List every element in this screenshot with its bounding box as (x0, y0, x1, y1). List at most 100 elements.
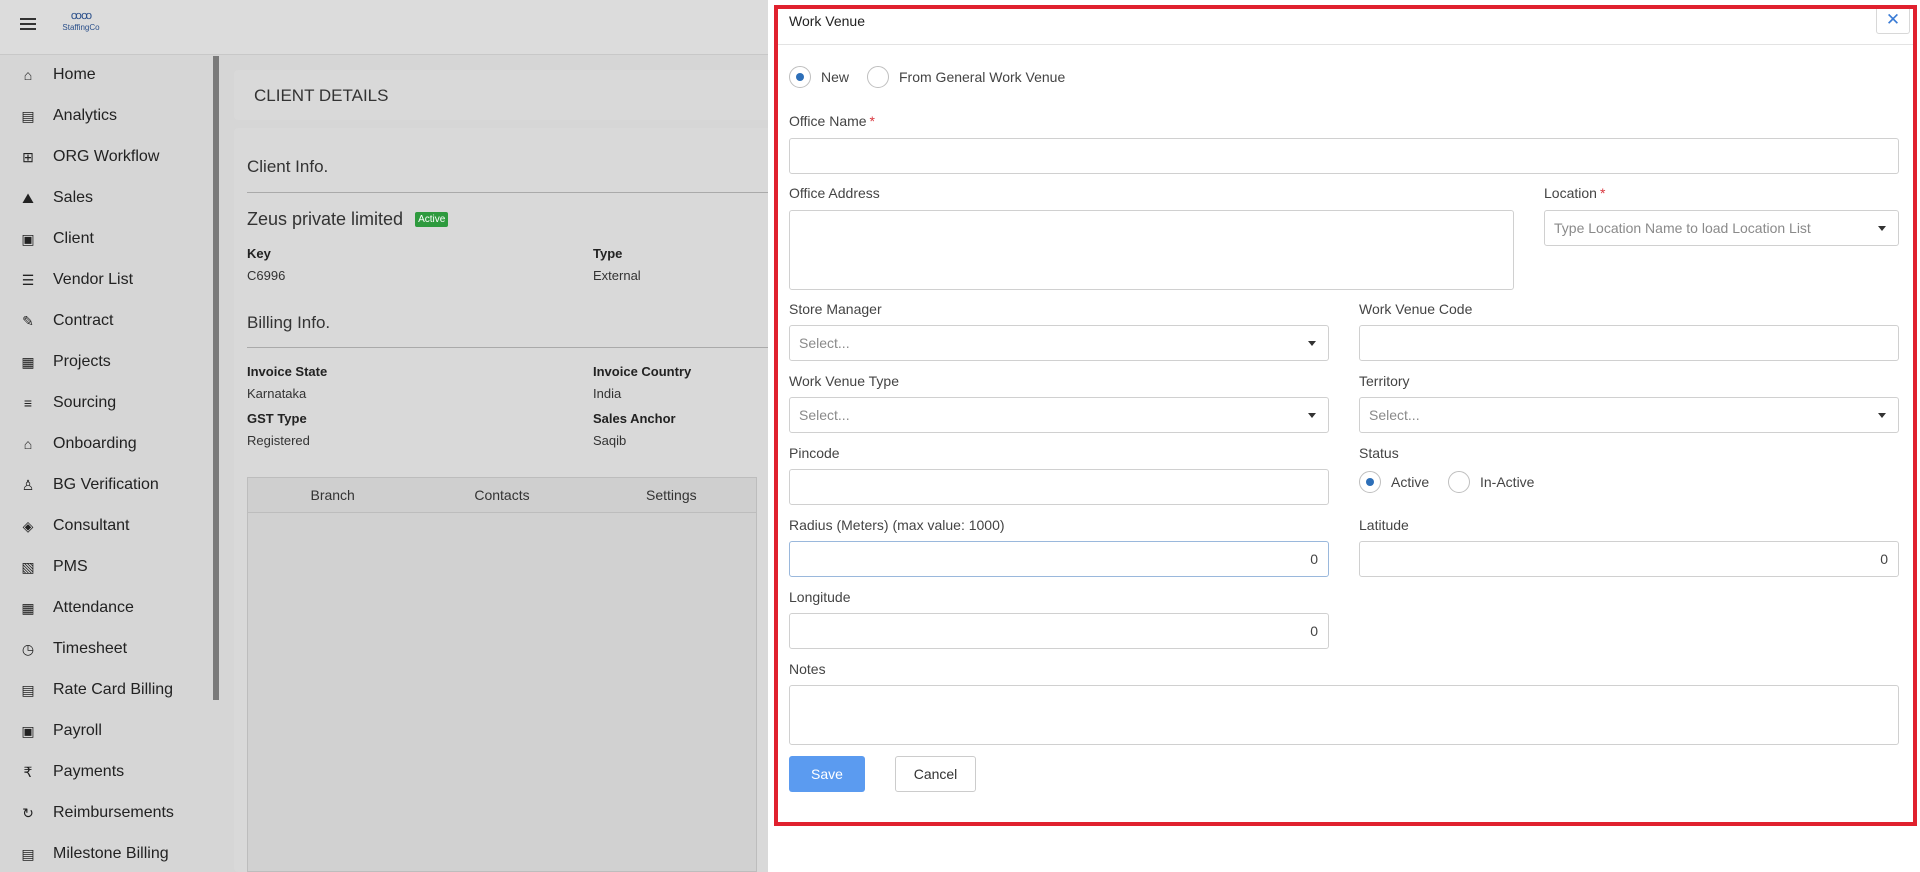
hamburger-menu-icon[interactable] (20, 18, 36, 30)
pincode-field[interactable] (789, 469, 1329, 505)
longitude-field[interactable] (789, 613, 1329, 649)
work-venue-code-input[interactable] (1360, 326, 1898, 360)
radius-field[interactable] (789, 541, 1329, 577)
sidebar-item-label: Projects (53, 353, 111, 370)
rate-card-icon: ▤ (21, 681, 35, 698)
territory-select[interactable]: Select... (1359, 397, 1899, 433)
sidebar-item-onboarding[interactable]: ⌂ Onboarding (0, 429, 210, 459)
projects-icon: ▦ (21, 353, 35, 370)
sidebar-item-pms[interactable]: ▧ PMS (0, 552, 210, 582)
invoice-state-label: Invoice State (247, 364, 328, 379)
sidebar-item-label: Vendor List (53, 271, 134, 288)
gst-type-value: Registered (247, 433, 310, 448)
sidebar-item-org-workflow[interactable]: ⊞ ORG Workflow (0, 142, 210, 172)
save-button[interactable]: Save (789, 756, 865, 792)
sidebar-item-label: Milestone Billing (53, 845, 169, 862)
radio-new-control[interactable] (789, 66, 811, 88)
location-placeholder: Type Location Name to load Location List (1554, 220, 1811, 236)
store-manager-select[interactable]: Select... (789, 325, 1329, 361)
radio-from-general-label: From General Work Venue (899, 69, 1066, 85)
sidebar-item-sales[interactable]: ⛰ Sales (0, 183, 210, 213)
payroll-icon: ▣ (21, 722, 35, 739)
gst-type-label: GST Type (247, 411, 307, 426)
work-venue-type-label: Work Venue Type (789, 373, 899, 389)
sidebar-item-label: Rate Card Billing (53, 681, 174, 698)
status-label: Status (1359, 445, 1399, 461)
client-tabs: Branch Contacts Settings (247, 477, 757, 513)
client-details-header: CLIENT DETAILS (234, 70, 774, 120)
work-venue-code-field[interactable] (1359, 325, 1899, 361)
radio-from-general-work-venue[interactable]: From General Work Venue (867, 66, 1065, 88)
radio-inactive[interactable]: In-Active (1448, 471, 1534, 493)
store-manager-value: Select... (799, 335, 850, 351)
chevron-down-icon (1878, 225, 1886, 231)
longitude-label: Longitude (789, 589, 851, 605)
sidebar-item-label: Analytics (53, 107, 118, 124)
territory-value: Select... (1369, 407, 1420, 423)
office-name-input[interactable] (790, 139, 1898, 173)
required-mark: * (1599, 185, 1606, 201)
pincode-input[interactable] (790, 470, 1328, 504)
notes-field[interactable] (789, 685, 1899, 745)
modal-header-divider (776, 44, 1915, 45)
close-button[interactable]: ✕ (1876, 6, 1910, 34)
office-name-label: Office Name * (789, 113, 875, 129)
tab-contacts[interactable]: Contacts (417, 478, 586, 512)
sidebar-item-rate-card-billing[interactable]: ▤ Rate Card Billing (0, 675, 210, 705)
radio-inactive-control[interactable] (1448, 471, 1470, 493)
sidebar-item-vendor-list[interactable]: ☰ Vendor List (0, 265, 210, 295)
sidebar-item-contract[interactable]: ✎ Contract (0, 306, 210, 336)
sidebar-item-client[interactable]: ▣ Client (0, 224, 210, 254)
office-address-field[interactable] (789, 210, 1514, 290)
location-select[interactable]: Type Location Name to load Location List (1544, 210, 1899, 246)
sidebar-item-label: Client (53, 230, 94, 247)
latitude-input[interactable] (1360, 542, 1898, 576)
sidebar-item-payroll[interactable]: ▣ Payroll (0, 716, 210, 746)
territory-label: Territory (1359, 373, 1410, 389)
sidebar-item-milestone-billing[interactable]: ▤ Milestone Billing (0, 839, 210, 869)
sidebar-item-sourcing[interactable]: ≡ Sourcing (0, 388, 210, 418)
radio-active-label: Active (1391, 474, 1430, 490)
invoice-state-value: Karnataka (247, 386, 307, 401)
sidebar-item-home[interactable]: ⌂ Home (0, 60, 210, 90)
pms-icon: ▧ (21, 558, 35, 575)
tab-branch[interactable]: Branch (248, 478, 417, 512)
sidebar-item-payments[interactable]: ₹ Payments (0, 757, 210, 787)
cancel-button[interactable]: Cancel (895, 756, 976, 792)
location-label-text: Location (1544, 185, 1597, 201)
longitude-input[interactable] (790, 614, 1328, 648)
sidebar-item-label: Onboarding (53, 435, 137, 452)
sidebar-scrollbar[interactable] (213, 56, 219, 700)
timesheet-icon: ◷ (21, 640, 35, 657)
tab-settings[interactable]: Settings (587, 478, 756, 512)
sidebar-item-label: Consultant (53, 517, 130, 534)
office-address-textarea[interactable] (790, 211, 1513, 289)
radius-input[interactable] (790, 542, 1328, 576)
sidebar-item-bg-verification[interactable]: ♙ BG Verification (0, 470, 210, 500)
sidebar: ⌂ Home ▤ Analytics ⊞ ORG Workflow ⛰ Sales ▣ Clien… (0, 56, 220, 872)
sidebar-item-label: Sales (53, 189, 94, 206)
key-label: Key (247, 246, 271, 261)
tab-content-panel (247, 513, 757, 872)
sidebar-item-consultant[interactable]: ◈ Consultant (0, 511, 210, 541)
sidebar-item-label: Timesheet (53, 640, 128, 657)
latitude-field[interactable] (1359, 541, 1899, 577)
radio-from-general-control[interactable] (867, 66, 889, 88)
sidebar-item-projects[interactable]: ▦ Projects (0, 347, 210, 377)
sidebar-item-analytics[interactable]: ▤ Analytics (0, 101, 210, 131)
office-name-field[interactable] (789, 138, 1899, 174)
sidebar-item-reimbursements[interactable]: ↻ Reimbursements (0, 798, 210, 828)
radio-active[interactable]: Active (1359, 471, 1429, 493)
office-name-label-text: Office Name (789, 113, 867, 129)
app-logo[interactable]: ꝏꝏ StaffingCo (56, 9, 106, 33)
notes-label: Notes (789, 661, 826, 677)
sidebar-item-attendance[interactable]: ▦ Attendance (0, 593, 210, 623)
work-venue-type-select[interactable]: Select... (789, 397, 1329, 433)
sidebar-item-timesheet[interactable]: ◷ Timesheet (0, 634, 210, 664)
radio-active-control[interactable] (1359, 471, 1381, 493)
modal-title: Work Venue (789, 13, 866, 29)
sales-anchor-value: Saqib (593, 433, 627, 448)
pincode-label: Pincode (789, 445, 840, 461)
radio-new[interactable]: New (789, 66, 849, 88)
notes-textarea[interactable] (790, 686, 1898, 744)
